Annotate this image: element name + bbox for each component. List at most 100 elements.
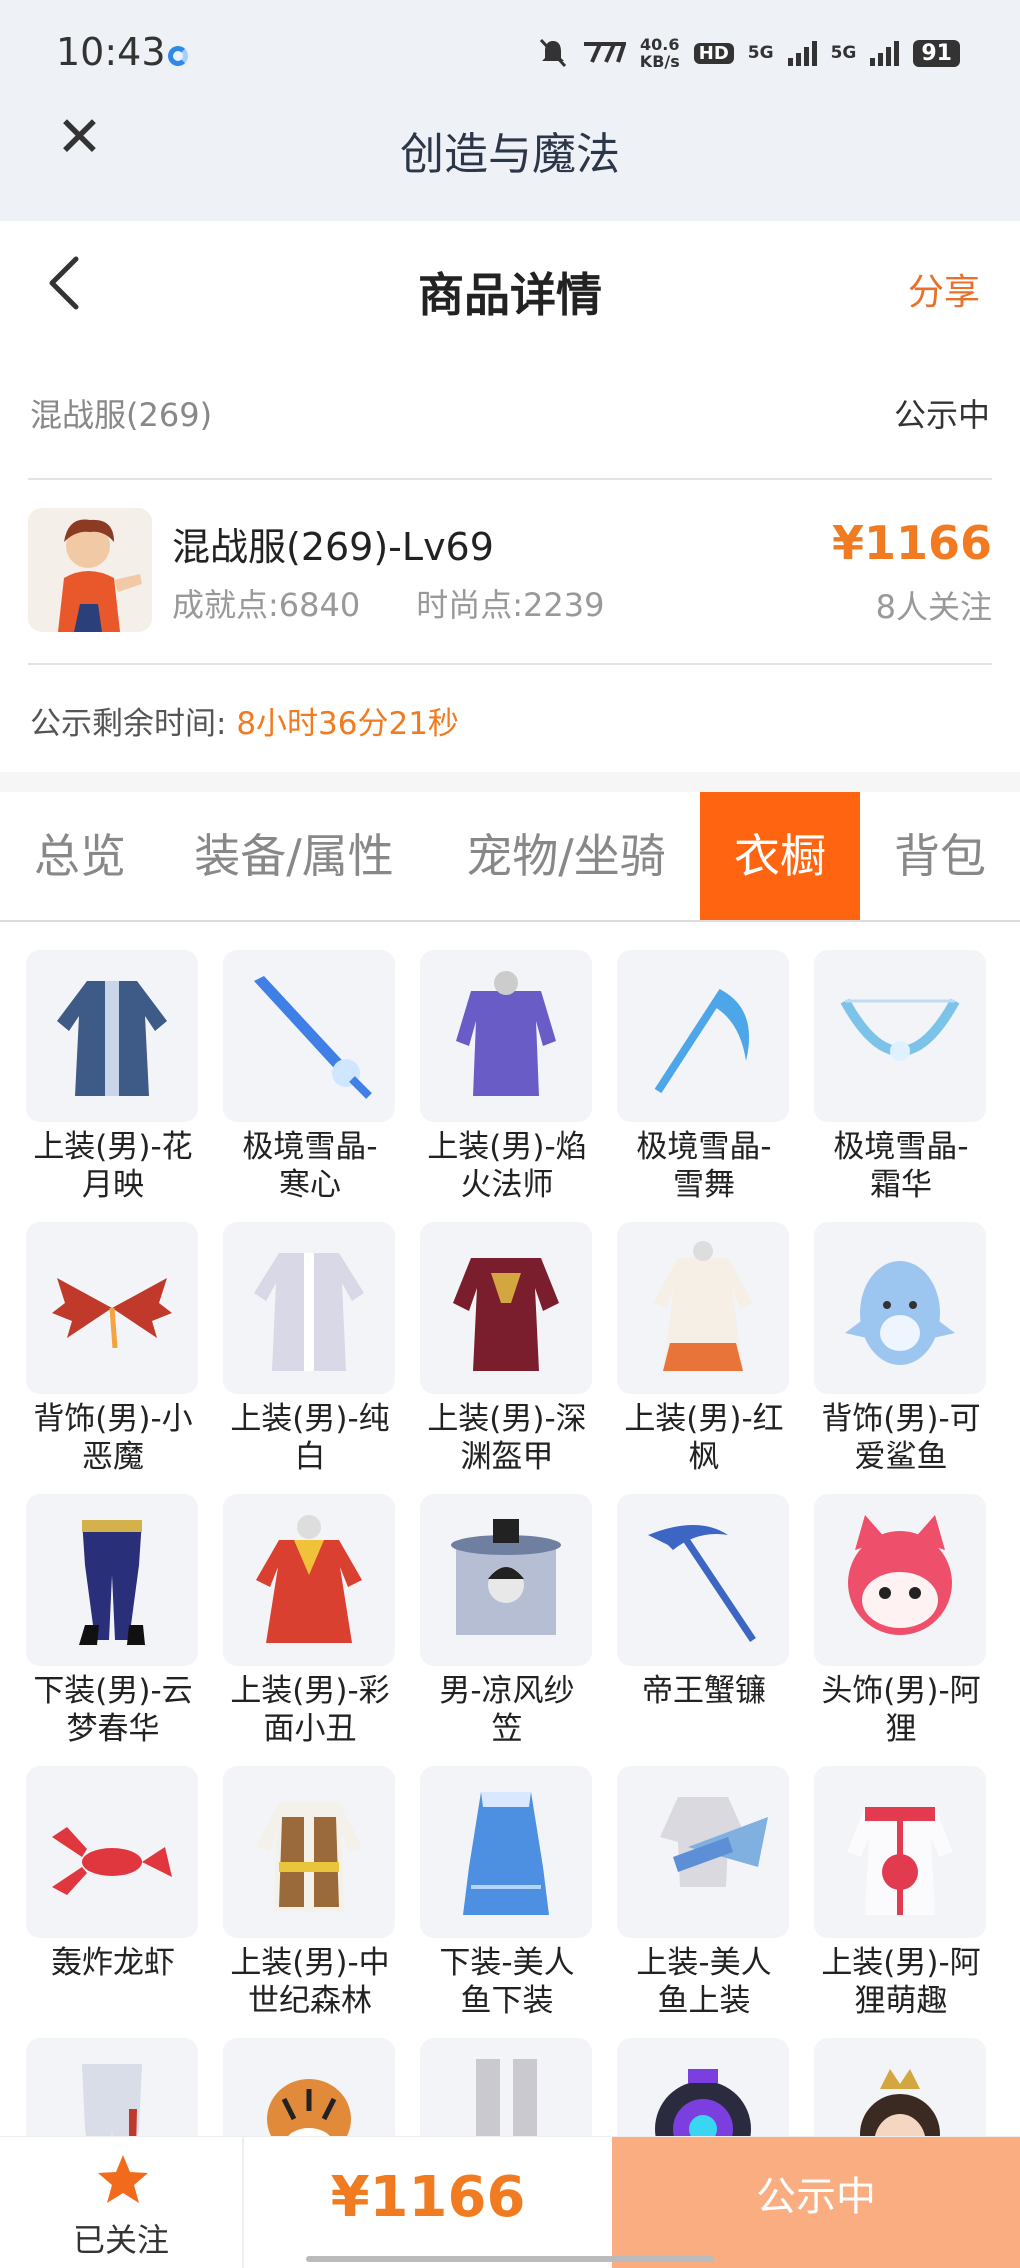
- item-name-line-2: 白: [294, 1439, 326, 1475]
- item-caption: 上装(男)-纯白: [223, 1400, 397, 1476]
- wardrobe-item[interactable]: 极境雪晶- 霜华: [814, 950, 988, 1210]
- tab-equipment[interactable]: 装备/属性: [176, 792, 412, 920]
- wardrobe-item[interactable]: 背饰(男)-小 恶魔: [26, 1222, 200, 1482]
- tab-pets-mounts[interactable]: 宠物/坐骑: [448, 792, 684, 920]
- wardrobe-item[interactable]: 背饰(男)-可 爱鲨鱼: [814, 1222, 988, 1482]
- item-name-line-1: 上装(男)-深: [427, 1401, 587, 1437]
- countdown-value: 8小时36分21秒: [236, 706, 459, 742]
- footer-price: ¥1166: [330, 2165, 526, 2230]
- crab-scythe-icon: [648, 1525, 756, 1642]
- item-caption: 上装(男)-焰 火法师: [420, 1128, 594, 1204]
- clown-icon: [256, 1515, 362, 1643]
- item-caption: 帝王蟹镰: [617, 1672, 791, 1710]
- follow-button[interactable]: 已关注: [0, 2137, 244, 2268]
- home-indicator[interactable]: [306, 2256, 714, 2262]
- ice-bow-icon: [840, 998, 960, 1061]
- item-name-line-1: 极境雪晶-: [833, 1129, 969, 1165]
- item-name-line-2: 恶魔: [82, 1439, 144, 1475]
- wardrobe-item[interactable]: 上装(男)-红枫: [617, 1222, 791, 1482]
- wardrobe-item[interactable]: 极境雪晶- 雪舞: [617, 950, 791, 1210]
- item-name-line-1: 上装(男)-纯: [230, 1401, 390, 1437]
- divider: [28, 478, 992, 480]
- item-thumbnail: [26, 950, 198, 1122]
- wardrobe-item[interactable]: 上装(男)-纯白: [223, 1222, 397, 1482]
- item-thumbnail: [26, 2038, 198, 2136]
- wardrobe-item[interactable]: [617, 2038, 791, 2136]
- item-thumbnail: [814, 2038, 986, 2136]
- item-caption: 下装(男)-云 梦春华: [26, 1672, 200, 1748]
- wardrobe-item[interactable]: 上装(男)-阿 狸萌趣: [814, 1766, 988, 2026]
- item-caption: 头饰(男)-阿狸: [814, 1672, 988, 1748]
- achievement-points: 成就点:6840: [172, 586, 361, 624]
- wardrobe-item[interactable]: 下装(男)-云 梦春华: [26, 1494, 200, 1754]
- wardrobe-item[interactable]: 上装(男)-彩 面小丑: [223, 1494, 397, 1754]
- ice-sword-icon: [254, 976, 372, 1099]
- wardrobe-item[interactable]: [26, 2038, 200, 2136]
- wardrobe-item[interactable]: 头饰(男)-阿狸: [814, 1494, 988, 1754]
- item-name-line-2: 世纪森林: [248, 1983, 372, 2019]
- tab-overview[interactable]: 总览: [0, 792, 160, 920]
- fox-head-icon: [848, 1515, 952, 1635]
- item-thumbnail: [26, 1766, 198, 1938]
- item-caption: 轰炸龙虾: [26, 1944, 200, 1982]
- item-thumbnail: [617, 1222, 789, 1394]
- wardrobe-item[interactable]: 极境雪晶- 寒心: [223, 950, 397, 1210]
- item-name-line-1: 背饰(男)-可: [821, 1401, 981, 1437]
- wardrobe-item[interactable]: [223, 2038, 397, 2136]
- item-thumbnail: [26, 1494, 198, 1666]
- countdown: 公示剩余时间: 8小时36分21秒: [30, 698, 459, 743]
- item-name-line-1: 男-凉风纱: [439, 1673, 575, 1709]
- wardrobe-item[interactable]: 轰炸龙虾: [26, 1766, 200, 2026]
- item-name-line-1: 上装(男)-花: [33, 1129, 193, 1165]
- item-name-line-1: 下装-美人: [439, 1945, 575, 1981]
- publicity-button[interactable]: 公示中: [612, 2137, 1020, 2268]
- robe-icon: [57, 981, 167, 1096]
- wardrobe-item[interactable]: 帝王蟹镰: [617, 1494, 791, 1754]
- share-button[interactable]: 分享: [908, 263, 980, 315]
- item-thumbnail: [420, 2038, 592, 2136]
- item-thumbnail: [617, 1494, 789, 1666]
- product-stats: 成就点:6840 时尚点:2239: [172, 580, 604, 626]
- item-name-line-1: 上装(男)-阿: [821, 1945, 981, 1981]
- countdown-label: 公示剩余时间:: [30, 706, 227, 742]
- tab-bag[interactable]: 背包: [860, 792, 1020, 920]
- network-type-2: 5G: [830, 43, 857, 63]
- page-title: 商品详情: [418, 268, 602, 322]
- item-thumbnail: [420, 1494, 592, 1666]
- wardrobe-item[interactable]: 上装(男)-焰 火法师: [420, 950, 594, 1210]
- item-name-line-2: 寒心: [279, 1167, 341, 1203]
- devil-wings-icon: [52, 1278, 172, 1349]
- nfc-icon: [583, 42, 626, 63]
- sync-icon: [168, 46, 188, 66]
- item-thumbnail: [223, 1494, 395, 1666]
- follow-label: 已关注: [72, 2221, 169, 2259]
- wardrobe-item[interactable]: 男-凉风纱笠: [420, 1494, 594, 1754]
- item-caption: 男-凉风纱笠: [420, 1672, 594, 1748]
- item-thumbnail: [617, 2038, 789, 2136]
- wardrobe-item[interactable]: 上装(男)-花 月映: [26, 950, 200, 1210]
- product-name: 混战服(269)-Lv69: [172, 525, 494, 569]
- tab-bar: 总览 装备/属性 宠物/坐骑 衣橱 背包: [0, 792, 1020, 922]
- wardrobe-item[interactable]: 下装-美人 鱼下装: [420, 1766, 594, 2026]
- mute-icon: [539, 38, 566, 68]
- white-coat-icon: [254, 1253, 364, 1371]
- character-icon: [28, 508, 152, 632]
- wardrobe-item[interactable]: [814, 2038, 988, 2136]
- wardrobe-item[interactable]: 上装-美人 鱼上装: [617, 1766, 791, 2026]
- item-name-line-2: 鱼上装: [657, 1983, 751, 2019]
- item-thumbnail: [814, 1766, 986, 1938]
- tab-wardrobe[interactable]: 衣橱: [700, 792, 860, 920]
- item-thumbnail: [814, 1222, 986, 1394]
- item-caption: 极境雪晶- 寒心: [223, 1128, 397, 1204]
- item-caption: 上装(男)-红枫: [617, 1400, 791, 1476]
- wardrobe-item[interactable]: 上装(男)-深 渊盔甲: [420, 1222, 594, 1482]
- item-thumbnail: [26, 1222, 198, 1394]
- server-row: 混战服(269) 公示中: [30, 390, 990, 436]
- wardrobe-item[interactable]: 上装(男)-中 世纪森林: [223, 1766, 397, 2026]
- item-name-line-2: 狸: [885, 1711, 917, 1747]
- wardrobe-item[interactable]: [420, 2038, 594, 2136]
- item-caption: 上装(男)-彩 面小丑: [223, 1672, 397, 1748]
- veil-hat-icon: [451, 1519, 561, 1635]
- lobster-icon: [52, 1827, 172, 1895]
- item-thumbnail: [223, 2038, 395, 2136]
